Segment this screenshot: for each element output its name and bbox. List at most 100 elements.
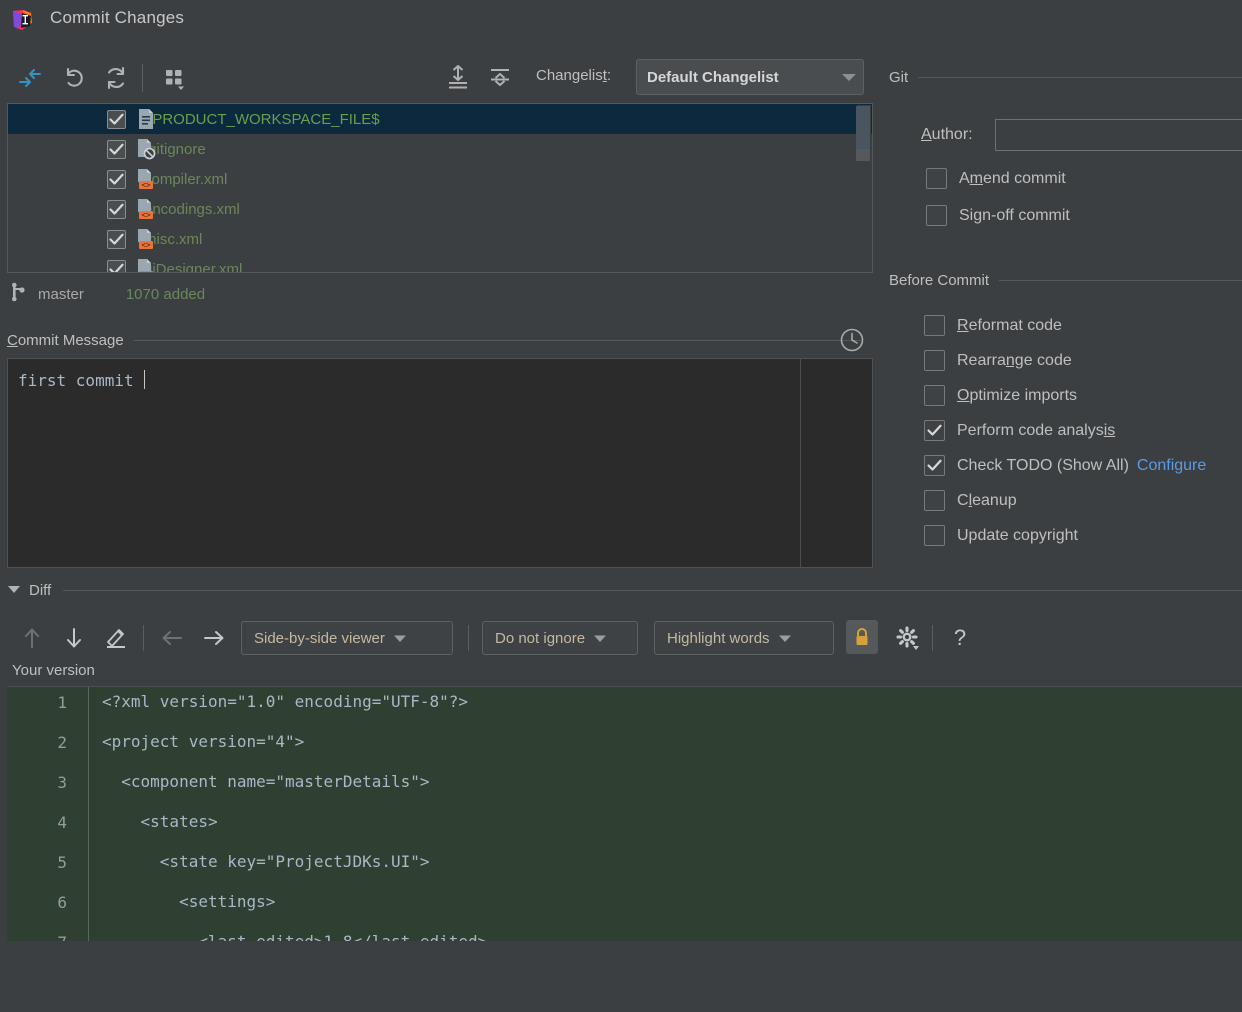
checkbox-label: Perform code analysis — [957, 421, 1116, 439]
file-checkbox[interactable] — [107, 109, 126, 129]
checkbox-box[interactable] — [924, 455, 945, 476]
changed-files-list[interactable]: $PRODUCT_WORKSPACE_FILE$ .gitignore <> comp… — [7, 103, 873, 273]
commit-message-value: first commit — [18, 371, 134, 390]
changed-files-count: 1070 added — [125, 285, 206, 303]
checkbox-box[interactable] — [924, 525, 945, 546]
before-commit-title: Before Commit — [889, 271, 990, 289]
line-number: 1 — [57, 693, 67, 712]
checkbox-box[interactable] — [924, 385, 945, 406]
highlight-mode-value: Highlight words — [667, 629, 770, 647]
diff-editor[interactable]: 1 <?xml version="1.0" encoding="UTF-8"?> 2… — [7, 686, 1242, 941]
line-code: <states> — [102, 812, 218, 831]
triangle-down-icon[interactable] — [7, 581, 21, 599]
checkbox-box[interactable] — [924, 490, 945, 511]
header-rule — [133, 339, 861, 341]
commit-message-input[interactable]: first commit — [7, 358, 873, 568]
chevron-down-icon — [393, 634, 418, 643]
before-commit-checkbox[interactable]: Rearrange code — [924, 350, 1072, 371]
author-label: Author: — [921, 126, 973, 144]
file-list-scrollbar[interactable] — [856, 105, 871, 272]
collapse-all-icon[interactable] — [478, 56, 522, 100]
branch-name: master — [38, 285, 84, 303]
checkbox-label: Amend commit — [959, 169, 1066, 187]
git-section-rule — [918, 76, 1242, 78]
line-code: <?xml version="1.0" encoding="UTF-8"?> — [102, 692, 469, 711]
accept-left-icon[interactable] — [150, 616, 194, 660]
checkbox-box[interactable] — [924, 350, 945, 371]
changelist-label: Changelist: — [536, 67, 611, 84]
file-checkbox[interactable] — [107, 259, 126, 272]
diff-section-title: Diff — [29, 581, 52, 599]
diff-section-rule — [63, 589, 1242, 591]
line-code: <state key="ProjectJDKs.UI"> — [102, 852, 430, 871]
file-checkbox[interactable] — [107, 169, 126, 189]
title-bar: Commit Changes — [0, 0, 1242, 42]
author-field[interactable] — [995, 119, 1242, 151]
diff-section-header[interactable]: Diff — [7, 580, 1242, 600]
checkbox-label: Rearrange code — [957, 351, 1072, 369]
before-commit-checkbox[interactable]: Reformat code — [924, 315, 1062, 336]
intellij-idea-icon — [10, 8, 34, 32]
file-list-row[interactable]: $PRODUCT_WORKSPACE_FILE$ — [8, 104, 872, 134]
commit-changes-dialog: Commit Changes Changelist: Default Chang… — [0, 0, 1242, 1012]
chevron-down-icon — [835, 72, 863, 82]
file-list-row[interactable]: .gitignore — [8, 134, 872, 164]
before-commit-checkbox[interactable]: Optimize imports — [924, 385, 1077, 406]
question-mark-icon[interactable]: ? — [938, 616, 982, 660]
expand-all-icon[interactable] — [436, 56, 480, 100]
previous-difference-icon[interactable] — [10, 616, 54, 660]
file-name: compiler.xml — [144, 170, 228, 188]
file-list-row[interactable]: <> compiler.xml — [8, 164, 872, 194]
xml-file-icon: <> — [136, 168, 156, 190]
group-by-icon[interactable] — [152, 56, 196, 100]
file-list-row[interactable]: <>uiDesigner.xml — [8, 254, 872, 273]
diff-toolbar: Side-by-side viewer Do not ignore Highli… — [0, 616, 1242, 660]
next-difference-icon[interactable] — [52, 616, 96, 660]
whitespace-value: Do not ignore — [495, 629, 586, 647]
git-checkbox[interactable]: Amend commit — [926, 168, 1066, 189]
changelist-dropdown[interactable]: Default Changelist — [636, 59, 864, 95]
whitespace-dropdown[interactable]: Do not ignore — [482, 621, 638, 655]
show-diff-icon[interactable] — [8, 56, 52, 100]
file-list-scrollbar-thumb-lower[interactable] — [856, 149, 870, 161]
file-list-row[interactable]: <> encodings.xml — [8, 194, 872, 224]
before-commit-section-header: Before Commit — [889, 270, 1242, 290]
file-checkbox[interactable] — [107, 229, 126, 249]
refresh-icon[interactable] — [94, 56, 138, 100]
diff-line: 7 <last-edited>1.8</last-edited> — [7, 927, 1242, 941]
configure-link[interactable]: Configure — [1137, 457, 1206, 475]
xml-file-icon: <> — [136, 228, 156, 250]
highlight-mode-dropdown[interactable]: Highlight words — [654, 621, 834, 655]
checkbox-label: Check TODO (Show All) — [957, 456, 1129, 474]
gear-icon[interactable] — [886, 616, 930, 660]
diff-pane-title: Your version — [12, 662, 95, 679]
file-list-row[interactable]: <> misc.xml — [8, 224, 872, 254]
checkbox-box[interactable] — [924, 420, 945, 441]
file-checkbox[interactable] — [107, 199, 126, 219]
rollback-icon[interactable] — [52, 56, 96, 100]
file-checkbox[interactable] — [107, 139, 126, 159]
before-commit-checkbox[interactable]: Update copyright — [924, 525, 1078, 546]
viewer-mode-value: Side-by-side viewer — [254, 629, 385, 647]
commit-message-header: Commit Message — [7, 330, 873, 350]
checkbox-label: Cleanup — [957, 491, 1017, 509]
checkbox-box[interactable] — [926, 168, 947, 189]
before-commit-checkbox[interactable]: Check TODO (Show All) Configure — [924, 455, 1206, 476]
file-list-scrollbar-thumb[interactable] — [856, 106, 870, 149]
git-checkbox[interactable]: Sign-off commit — [926, 205, 1070, 226]
before-commit-checkbox[interactable]: Perform code analysis — [924, 420, 1115, 441]
history-clock-icon[interactable] — [838, 326, 866, 354]
question-mark-glyph: ? — [953, 625, 967, 650]
checkbox-box[interactable] — [924, 315, 945, 336]
diff-toolbar-separator-3 — [932, 625, 933, 651]
before-commit-rule — [999, 279, 1242, 281]
accept-right-icon[interactable] — [192, 616, 236, 660]
viewer-mode-dropdown[interactable]: Side-by-side viewer — [241, 621, 453, 655]
svg-text:<>: <> — [141, 270, 151, 273]
xml-file-icon: <> — [136, 258, 156, 273]
before-commit-checkbox[interactable]: Cleanup — [924, 490, 1017, 511]
edit-source-icon[interactable] — [94, 616, 138, 660]
checkbox-box[interactable] — [926, 205, 947, 226]
lock-icon[interactable] — [846, 620, 878, 654]
dialog-bottom-bar: ? https://blog.csdn.net/weixin_46073005 … — [0, 941, 1242, 1012]
